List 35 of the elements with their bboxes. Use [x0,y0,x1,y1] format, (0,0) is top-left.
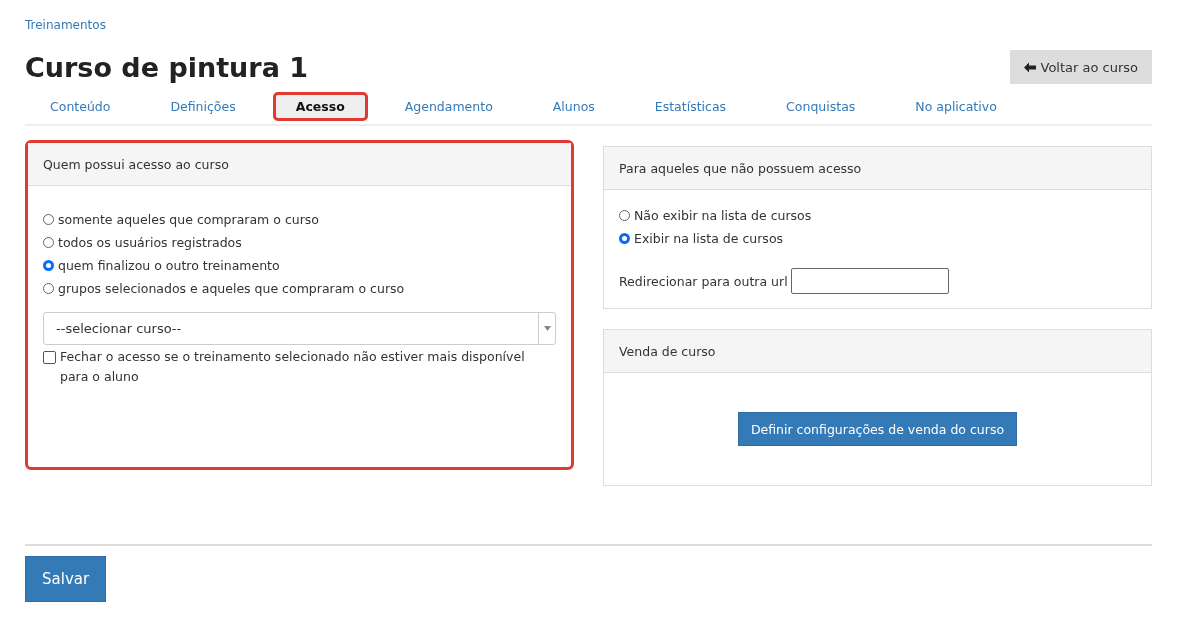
radio-option[interactable]: quem finalizou o outro treinamento [43,258,556,273]
tab[interactable]: Acesso [272,92,368,121]
radio-icon[interactable] [619,233,630,244]
radio-icon[interactable] [619,210,630,221]
caret-icon [543,326,551,331]
tab[interactable]: Conteúdo [27,92,134,121]
page-title: Curso de pintura 1 [25,51,309,83]
radio-icon[interactable] [43,260,54,271]
tab[interactable]: No aplicativo [892,92,1020,121]
radio-icon[interactable] [43,237,54,248]
tab[interactable]: Definições [147,92,259,121]
radio-icon[interactable] [43,214,54,225]
panel-header: Venda de curso [604,330,1151,373]
tab[interactable]: Conquistas [763,92,879,121]
panel-header: Para aqueles que não possuem acesso [604,147,1151,190]
radio-option[interactable]: grupos selecionados e aqueles que compraram o curso [43,281,556,296]
checkbox-icon[interactable] [43,351,56,364]
checkbox-option[interactable]: Fechar o acesso se o treinamento selecionado não estiver mais disponível para o aluno [43,347,556,387]
arrow-left-icon [1023,61,1036,73]
radio-option[interactable]: Exibir na lista de cursos [619,231,1136,246]
radio-option[interactable]: todos os usuários registrados [43,235,556,250]
back-button[interactable]: Voltar ao curso [1009,50,1152,84]
tab[interactable]: Agendamento [381,92,516,121]
course-select[interactable]: --selecionar curso-- [43,312,556,345]
url-input[interactable] [790,268,949,294]
redirect-label: Redirecionar para outra url [619,273,788,289]
breadcrumb-link[interactable]: Treinamentos [25,18,106,32]
radio-option[interactable]: Não exibir na lista de cursos [619,208,1136,223]
tab[interactable]: Alunos [529,92,618,121]
save-button[interactable]: Salvar [25,556,107,602]
radio-icon[interactable] [43,283,54,294]
panel-header: Quem possui acesso ao curso [28,143,571,186]
radio-option[interactable]: somente aqueles que compraram o curso [43,212,556,227]
tab[interactable]: Estatísticas [631,92,750,121]
sale-settings-button[interactable]: Definir configurações de venda do curso [737,412,1018,446]
